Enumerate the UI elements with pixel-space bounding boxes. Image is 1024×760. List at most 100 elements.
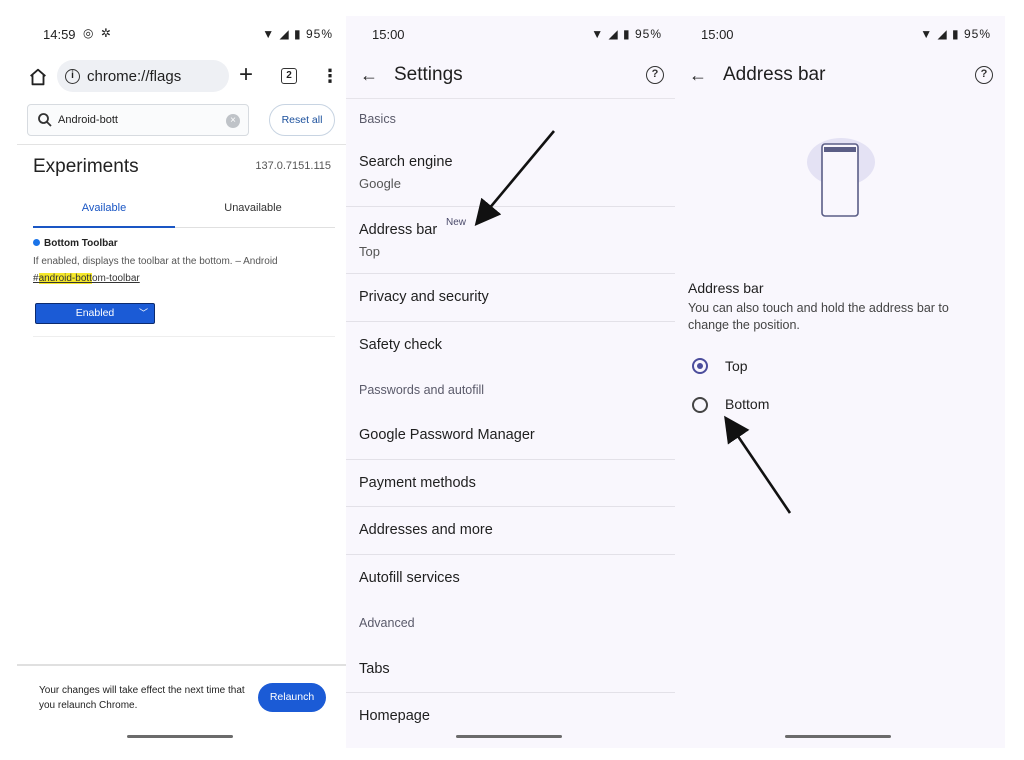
signal-icon: ◢ (279, 27, 290, 41)
setting-label: Homepage (359, 708, 430, 724)
tab-available[interactable]: Available (33, 202, 175, 214)
signal-icon: ◢ (937, 27, 948, 41)
wifi-icon: ▼ (262, 27, 276, 41)
flag-title-text: Bottom Toolbar (44, 238, 118, 249)
radio-bottom-label[interactable]: Bottom (725, 396, 769, 412)
setting-label: Search engine (359, 154, 453, 170)
battery-icon: ▮ (294, 27, 302, 41)
page-title: Address bar (723, 64, 826, 85)
setting-homepage[interactable]: Homepage (346, 707, 676, 737)
divider (346, 98, 676, 99)
flag-link-prefix: # (33, 273, 39, 284)
new-badge: New (446, 217, 467, 228)
new-tab-icon[interactable]: + (239, 62, 253, 88)
relaunch-button[interactable]: Relaunch (258, 683, 326, 712)
gesture-nav-handle[interactable] (127, 735, 233, 738)
settings-screen: 15:00 ▼ ◢ ▮ 95% ← Settings ? Basics Sear… (346, 16, 676, 748)
divider-line (346, 273, 676, 274)
radio-bottom[interactable] (692, 397, 708, 413)
status-icons: ▼ ◢ ▮ 95% (920, 27, 991, 41)
status-bar: 15:00 ▼ ◢ ▮ 95% (346, 16, 676, 54)
page-title: Settings (394, 64, 463, 85)
divider (346, 554, 676, 555)
setting-privacy[interactable]: Privacy and security (346, 288, 676, 318)
divider-line (346, 554, 676, 555)
setting-label: Address bar (359, 222, 438, 238)
tab-unavailable[interactable]: Unavailable (182, 202, 324, 214)
site-info-icon[interactable]: i (65, 69, 80, 84)
setting-search-engine[interactable]: Search engine Google (346, 152, 676, 206)
flags-search-input[interactable]: Android-bott × (27, 104, 249, 136)
status-bar: 15:00 ▼ ◢ ▮ 95% (675, 16, 1005, 54)
flag-link-rest: om-toolbar (91, 273, 140, 284)
flag-anchor-link[interactable]: #android-bottom-toolbar (33, 273, 140, 284)
more-menu-icon[interactable]: ⋮ (321, 64, 339, 88)
divider (346, 206, 676, 207)
wifi-icon: ▼ (920, 27, 934, 41)
browser-toolbar: i chrome://flags + 2 ⋮ (17, 58, 347, 96)
relaunch-message: Your changes will take effect the next t… (39, 685, 245, 711)
gesture-nav-handle[interactable] (456, 735, 562, 738)
search-icon (38, 113, 52, 127)
gesture-nav-handle[interactable] (785, 735, 891, 738)
battery-percent: 95% (963, 27, 991, 41)
section-header-basics: Basics (359, 112, 396, 126)
section-header-passwords: Passwords and autofill (359, 383, 485, 397)
status-bar: 14:59 ◎ ✲ ▼ ◢ ▮ 95% (17, 16, 347, 54)
search-value: Android-bott (58, 114, 118, 126)
battery-percent: 95% (634, 27, 662, 41)
divider (346, 321, 676, 322)
battery-icon: ▮ (952, 27, 960, 41)
address-bar-screen: 15:00 ▼ ◢ ▮ 95% ← Address bar ? Address … (675, 16, 1005, 748)
status-icons: ▼ ◢ ▮ 95% (262, 27, 333, 41)
battery-percent: 95% (305, 27, 333, 41)
setting-password-manager[interactable]: Google Password Manager (346, 426, 676, 456)
status-time: 15:00 (701, 27, 734, 42)
home-icon[interactable] (27, 66, 49, 88)
setting-safety-check[interactable]: Safety check (346, 336, 676, 366)
divider-line (346, 506, 676, 507)
divider (346, 459, 676, 460)
flags-screen: 14:59 ◎ ✲ ▼ ◢ ▮ 95% i chrome://flags + 2… (17, 16, 347, 748)
setting-tabs[interactable]: Tabs (346, 660, 676, 690)
phone-illustration-icon (807, 138, 875, 217)
divider (33, 336, 335, 337)
back-arrow-icon[interactable]: ← (689, 64, 707, 86)
setting-label: Tabs (359, 661, 390, 677)
help-icon[interactable]: ? (975, 66, 993, 84)
flag-state-dropdown[interactable]: Enabled ﹀ (35, 303, 155, 324)
divider (346, 692, 676, 693)
status-icons: ▼ ◢ ▮ 95% (591, 27, 662, 41)
clear-search-icon[interactable]: × (226, 114, 240, 128)
chevron-down-icon: ﹀ (138, 308, 148, 318)
setting-value: Top (359, 244, 380, 259)
setting-payment-methods[interactable]: Payment methods (346, 474, 676, 504)
section-header-advanced: Advanced (359, 616, 415, 630)
flag-dot-icon (33, 239, 40, 246)
setting-address-bar[interactable]: Address bar New Top (346, 217, 676, 274)
setting-label: Payment methods (359, 475, 476, 491)
setting-label: Autofill services (359, 570, 460, 586)
flag-title: Bottom Toolbar (33, 238, 118, 249)
radio-top[interactable] (692, 358, 708, 374)
omnibox-url: chrome://flags (87, 68, 182, 85)
divider-line (346, 321, 676, 322)
tab-switcher-button[interactable]: 2 (281, 68, 297, 84)
notification-icons: ◎ ✲ (83, 26, 113, 40)
page-title: Experiments (33, 156, 139, 177)
chrome-version: 137.0.7151.115 (255, 160, 331, 172)
help-icon[interactable]: ? (646, 66, 664, 84)
flag-state-value: Enabled (75, 307, 115, 319)
tab-indicator (33, 226, 175, 228)
back-arrow-icon[interactable]: ← (360, 64, 378, 86)
divider (17, 664, 347, 666)
status-time: 15:00 (372, 27, 405, 42)
radio-top-label[interactable]: Top (725, 358, 748, 374)
setting-addresses[interactable]: Addresses and more (346, 521, 676, 551)
divider-line (346, 206, 676, 207)
setting-autofill-services[interactable]: Autofill services (346, 569, 676, 599)
battery-icon: ▮ (623, 27, 631, 41)
omnibox[interactable]: i chrome://flags (57, 60, 229, 92)
signal-icon: ◢ (608, 27, 619, 41)
reset-all-button[interactable]: Reset all (269, 104, 335, 136)
